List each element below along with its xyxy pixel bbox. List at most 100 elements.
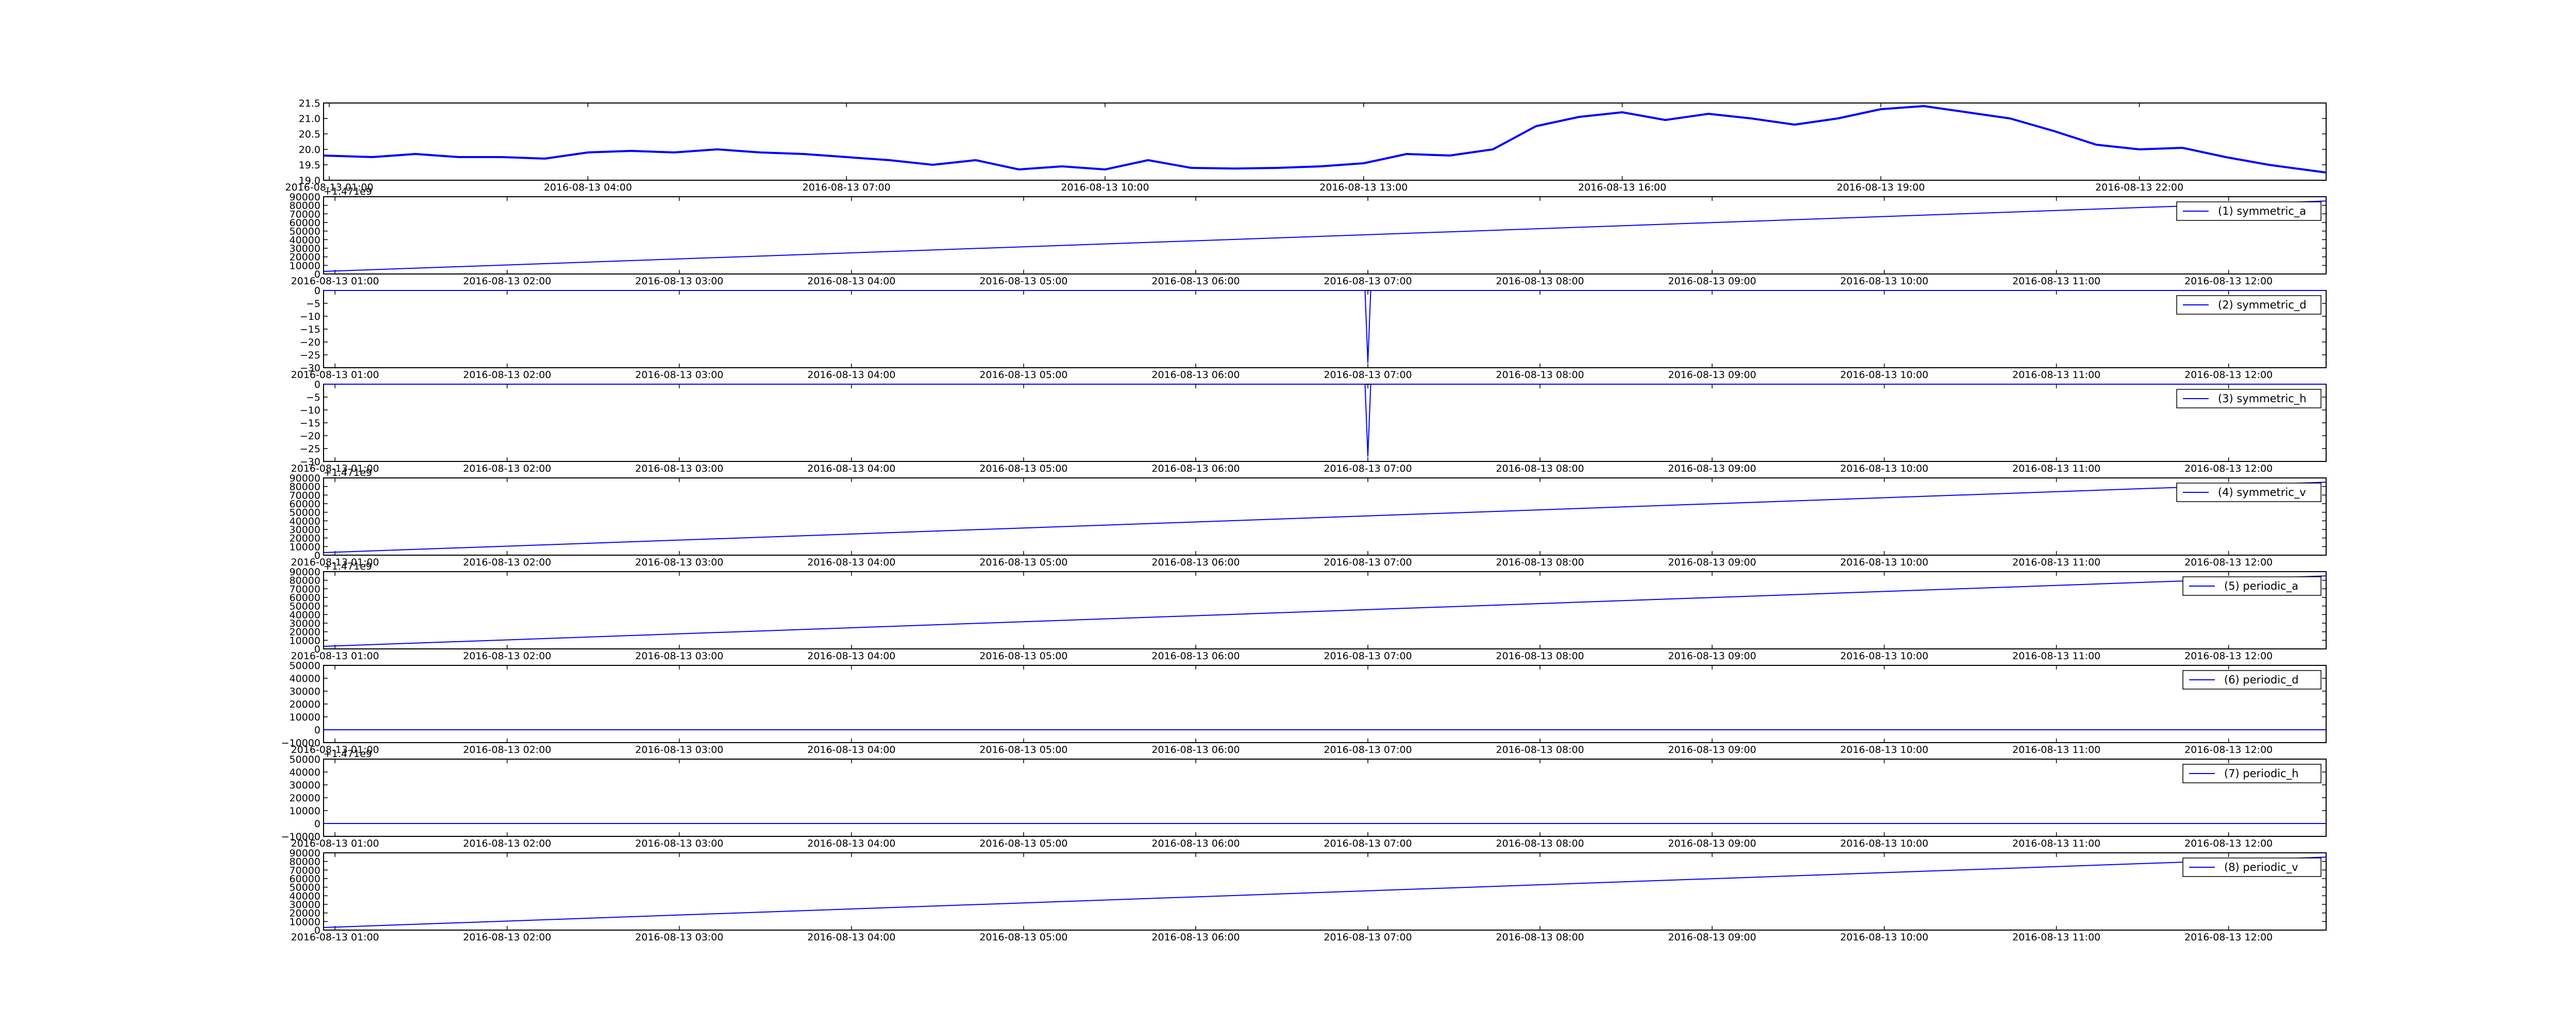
y-tick-label: 90000 <box>290 566 320 578</box>
x-tick-label: 2016-08-13 07:00 <box>1324 463 1412 474</box>
x-tick-label: 2016-08-13 03:00 <box>635 932 723 943</box>
x-tick-label: 2016-08-13 04:00 <box>544 182 632 193</box>
y-tick-label: 10000 <box>290 712 320 723</box>
y-tick-label: −5 <box>306 298 320 310</box>
x-tick-label: 2016-08-13 12:00 <box>2184 932 2273 943</box>
y-tick-label: 0 <box>314 379 320 390</box>
y-tick-label: −20 <box>300 431 320 442</box>
x-tick-label: 2016-08-13 06:00 <box>1151 557 1240 568</box>
x-tick-label: 2016-08-13 07:00 <box>1324 276 1412 287</box>
x-tick-label: 2016-08-13 08:00 <box>1496 463 1584 474</box>
x-tick-label: 2016-08-13 10:00 <box>1840 650 1928 662</box>
y-tick-label: 90000 <box>290 473 320 484</box>
x-tick-label: 2016-08-13 10:00 <box>1840 276 1928 287</box>
x-tick-label: 2016-08-13 06:00 <box>1151 838 1240 849</box>
x-tick-label: 2016-08-13 05:00 <box>979 463 1067 474</box>
x-tick-label: 2016-08-13 10:00 <box>1061 182 1149 193</box>
x-tick-label: 2016-08-13 06:00 <box>1151 650 1240 662</box>
y-tick-label: 40000 <box>290 673 320 684</box>
y-tick-label: 50000 <box>290 660 320 672</box>
x-tick-label: 2016-08-13 06:00 <box>1151 932 1240 943</box>
y-tick-label: −5 <box>306 392 320 403</box>
x-tick-label: 2016-08-13 12:00 <box>2184 463 2273 474</box>
x-tick-label: 2016-08-13 02:00 <box>463 650 551 662</box>
x-tick-label: 2016-08-13 01:00 <box>291 369 379 381</box>
y-tick-label: 21.5 <box>299 98 320 109</box>
x-tick-label: 2016-08-13 04:00 <box>807 932 895 943</box>
x-tick-label: 2016-08-13 13:00 <box>1319 182 1408 193</box>
legend-label: (2) symmetric_d <box>2218 299 2307 312</box>
x-tick-label: 2016-08-13 05:00 <box>979 557 1067 568</box>
x-tick-label: 2016-08-13 03:00 <box>635 557 723 568</box>
x-tick-label: 2016-08-13 03:00 <box>635 650 723 662</box>
x-tick-label: 2016-08-13 01:00 <box>291 276 379 287</box>
x-tick-label: 2016-08-13 12:00 <box>2184 744 2273 756</box>
x-tick-label: 2016-08-13 03:00 <box>635 838 723 849</box>
x-tick-label: 2016-08-13 08:00 <box>1496 744 1584 756</box>
x-tick-label: 2016-08-13 04:00 <box>807 650 895 662</box>
y-tick-label: 0 <box>314 818 320 830</box>
y-tick-label: 0 <box>314 725 320 736</box>
x-tick-label: 2016-08-13 11:00 <box>2012 838 2100 849</box>
x-tick-label: 2016-08-13 04:00 <box>807 369 895 381</box>
legend-label: (5) periodic_a <box>2224 580 2298 593</box>
y-offset-text: +1.471e9 <box>324 748 372 760</box>
x-tick-label: 2016-08-13 03:00 <box>635 369 723 381</box>
x-tick-label: 2016-08-13 02:00 <box>463 932 551 943</box>
legend: (4) symmetric_v <box>2176 483 2321 502</box>
legend: (1) symmetric_a <box>2176 201 2321 221</box>
x-tick-label: 2016-08-13 12:00 <box>2184 557 2273 568</box>
x-tick-label: 2016-08-13 02:00 <box>463 276 551 287</box>
x-tick-label: 2016-08-13 05:00 <box>979 276 1067 287</box>
y-offset-text: +1.471e9 <box>324 467 372 478</box>
x-tick-label: 2016-08-13 06:00 <box>1151 369 1240 381</box>
y-tick-label: 20.5 <box>299 129 320 140</box>
x-tick-label: 2016-08-13 07:00 <box>1324 838 1412 849</box>
legend: (7) periodic_h <box>2182 764 2321 783</box>
x-tick-label: 2016-08-13 10:00 <box>1840 744 1928 756</box>
y-tick-label: −10 <box>300 311 320 322</box>
y-tick-label: −25 <box>300 350 320 361</box>
y-offset-text: +1.471e9 <box>324 186 372 197</box>
x-tick-label: 2016-08-13 07:00 <box>1324 369 1412 381</box>
y-offset-text: +1.471e9 <box>324 561 372 572</box>
legend: (3) symmetric_h <box>2176 389 2321 408</box>
x-tick-label: 2016-08-13 11:00 <box>2012 744 2100 756</box>
x-tick-label: 2016-08-13 11:00 <box>2012 276 2100 287</box>
y-tick-label: 50000 <box>290 754 320 765</box>
y-tick-label: 20000 <box>290 793 320 804</box>
x-tick-label: 2016-08-13 02:00 <box>463 744 551 756</box>
y-tick-label: 30000 <box>290 780 320 791</box>
x-tick-label: 2016-08-13 09:00 <box>1668 744 1756 756</box>
x-tick-label: 2016-08-13 10:00 <box>1840 369 1928 381</box>
y-tick-label: −15 <box>300 324 320 335</box>
x-tick-label: 2016-08-13 07:00 <box>802 182 890 193</box>
legend-label: (3) symmetric_h <box>2218 392 2307 405</box>
x-tick-label: 2016-08-13 02:00 <box>463 463 551 474</box>
x-tick-label: 2016-08-13 11:00 <box>2012 650 2100 662</box>
legend-label: (8) periodic_v <box>2224 861 2298 874</box>
x-tick-label: 2016-08-13 09:00 <box>1668 838 1756 849</box>
legend: (2) symmetric_d <box>2176 295 2321 315</box>
x-tick-label: 2016-08-13 09:00 <box>1668 463 1756 474</box>
x-tick-label: 2016-08-13 07:00 <box>1324 557 1412 568</box>
x-tick-label: 2016-08-13 11:00 <box>2012 932 2100 943</box>
x-tick-label: 2016-08-13 09:00 <box>1668 276 1756 287</box>
x-tick-label: 2016-08-13 02:00 <box>463 369 551 381</box>
y-tick-label: 21.0 <box>299 113 320 125</box>
x-tick-label: 2016-08-13 11:00 <box>2012 369 2100 381</box>
x-tick-label: 2016-08-13 06:00 <box>1151 463 1240 474</box>
legend: (5) periodic_a <box>2182 576 2321 596</box>
x-tick-label: 2016-08-13 08:00 <box>1496 369 1584 381</box>
x-tick-label: 2016-08-13 08:00 <box>1496 557 1584 568</box>
x-tick-label: 2016-08-13 02:00 <box>463 838 551 849</box>
x-tick-label: 2016-08-13 04:00 <box>807 463 895 474</box>
x-tick-label: 2016-08-13 08:00 <box>1496 650 1584 662</box>
legend-label: (7) periodic_h <box>2224 767 2299 780</box>
figure: 19.019.520.020.521.021.52016-08-13 01:00… <box>0 0 2576 1030</box>
x-tick-label: 2016-08-13 05:00 <box>979 744 1067 756</box>
x-tick-label: 2016-08-13 02:00 <box>463 557 551 568</box>
x-tick-label: 2016-08-13 01:00 <box>291 932 379 943</box>
y-tick-label: −15 <box>300 418 320 429</box>
x-tick-label: 2016-08-13 03:00 <box>635 744 723 756</box>
